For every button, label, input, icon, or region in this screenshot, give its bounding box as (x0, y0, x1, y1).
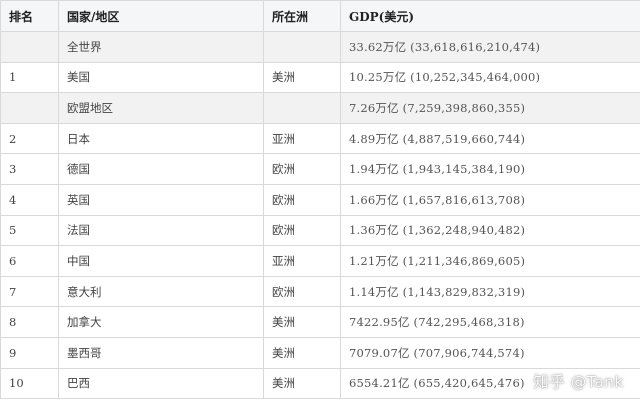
cell-gdp: 1.94万亿 (1,943,145,384,190) (340, 153, 640, 185)
cell-gdp: 33.62万亿 (33,618,616,210,474) (340, 31, 640, 63)
table-row: 10 巴西 美洲 6554.21亿 (655,420,645,476) (0, 367, 640, 400)
cell-rank: 2 (0, 122, 59, 155)
header-rank[interactable]: 排名 (0, 0, 59, 32)
cell-continent: 美洲 (263, 367, 341, 400)
table-row: 2 日本 亚洲 4.89万亿 (4,887,519,660,744) (0, 122, 640, 155)
cell-country: 日本 (58, 122, 264, 155)
cell-country: 中国 (58, 245, 264, 277)
cell-rank: 3 (0, 153, 59, 185)
cell-gdp: 10.25万亿 (10,252,345,464,000) (340, 61, 640, 94)
cell-gdp: 1.21万亿 (1,211,346,869,605) (340, 245, 640, 277)
cell-gdp: 6554.21亿 (655,420,645,476) (340, 367, 640, 400)
table-row: 7 意大利 欧洲 1.14万亿 (1,143,829,832,319) (0, 275, 640, 308)
cell-rank: 1 (0, 61, 59, 94)
cell-gdp: 4.89万亿 (4,887,519,660,744) (340, 122, 640, 155)
cell-continent: 美洲 (263, 306, 341, 338)
table-row: 4 英国 欧洲 1.66万亿 (1,657,816,613,708) (0, 183, 640, 216)
cell-rank (0, 31, 59, 63)
cell-continent: 欧洲 (263, 214, 341, 247)
table-row: 全世界 33.62万亿 (33,618,616,210,474) (0, 31, 640, 63)
cell-country: 法国 (58, 214, 264, 247)
table-row: 1 美国 美洲 10.25万亿 (10,252,345,464,000) (0, 61, 640, 94)
cell-rank: 7 (0, 275, 59, 308)
table-row: 8 加拿大 美洲 7422.95亿 (742,295,468,318) (0, 306, 640, 338)
table-row: 5 法国 欧洲 1.36万亿 (1,362,248,940,482) (0, 214, 640, 247)
cell-rank: 4 (0, 183, 59, 216)
cell-continent: 亚洲 (263, 245, 341, 277)
cell-gdp: 1.66万亿 (1,657,816,613,708) (340, 183, 640, 216)
cell-country: 全世界 (58, 31, 264, 63)
table-header-row: 排名 国家/地区 所在洲 GDP(美元) (0, 0, 640, 32)
cell-rank (0, 92, 59, 124)
cell-rank: 6 (0, 245, 59, 277)
cell-country: 巴西 (58, 367, 264, 400)
cell-country: 美国 (58, 61, 264, 94)
table-body: 全世界 33.62万亿 (33,618,616,210,474) 1 美国 美洲 10.2… (0, 31, 640, 400)
cell-rank: 8 (0, 306, 59, 338)
cell-country: 墨西哥 (58, 336, 264, 369)
cell-gdp: 7422.95亿 (742,295,468,318) (340, 306, 640, 338)
cell-gdp: 7079.07亿 (707,906,744,574) (340, 336, 640, 369)
cell-continent: 美洲 (263, 336, 341, 369)
cell-continent (263, 31, 341, 63)
cell-gdp: 7.26万亿 (7,259,398,860,355) (340, 92, 640, 124)
header-continent[interactable]: 所在洲 (263, 0, 341, 32)
table-row: 6 中国 亚洲 1.21万亿 (1,211,346,869,605) (0, 245, 640, 277)
cell-continent: 美洲 (263, 61, 341, 94)
cell-rank: 5 (0, 214, 59, 247)
cell-rank: 9 (0, 336, 59, 369)
cell-continent: 欧洲 (263, 275, 341, 308)
cell-rank: 10 (0, 367, 59, 400)
cell-continent: 欧洲 (263, 183, 341, 216)
cell-country: 德国 (58, 153, 264, 185)
cell-continent: 欧洲 (263, 153, 341, 185)
cell-country: 加拿大 (58, 306, 264, 338)
table-row: 欧盟地区 7.26万亿 (7,259,398,860,355) (0, 92, 640, 124)
cell-gdp: 1.36万亿 (1,362,248,940,482) (340, 214, 640, 247)
table-row: 9 墨西哥 美洲 7079.07亿 (707,906,744,574) (0, 336, 640, 369)
cell-country: 意大利 (58, 275, 264, 308)
cell-country: 英国 (58, 183, 264, 216)
gdp-ranking-table: 排名 国家/地区 所在洲 GDP(美元) 全世界 33.62万亿 (33,618,… (0, 0, 640, 400)
cell-country: 欧盟地区 (58, 92, 264, 124)
cell-continent: 亚洲 (263, 122, 341, 155)
header-gdp[interactable]: GDP(美元) (340, 0, 640, 32)
header-country[interactable]: 国家/地区 (58, 0, 264, 32)
table-row: 3 德国 欧洲 1.94万亿 (1,943,145,384,190) (0, 153, 640, 185)
cell-gdp: 1.14万亿 (1,143,829,832,319) (340, 275, 640, 308)
cell-continent (263, 92, 341, 124)
